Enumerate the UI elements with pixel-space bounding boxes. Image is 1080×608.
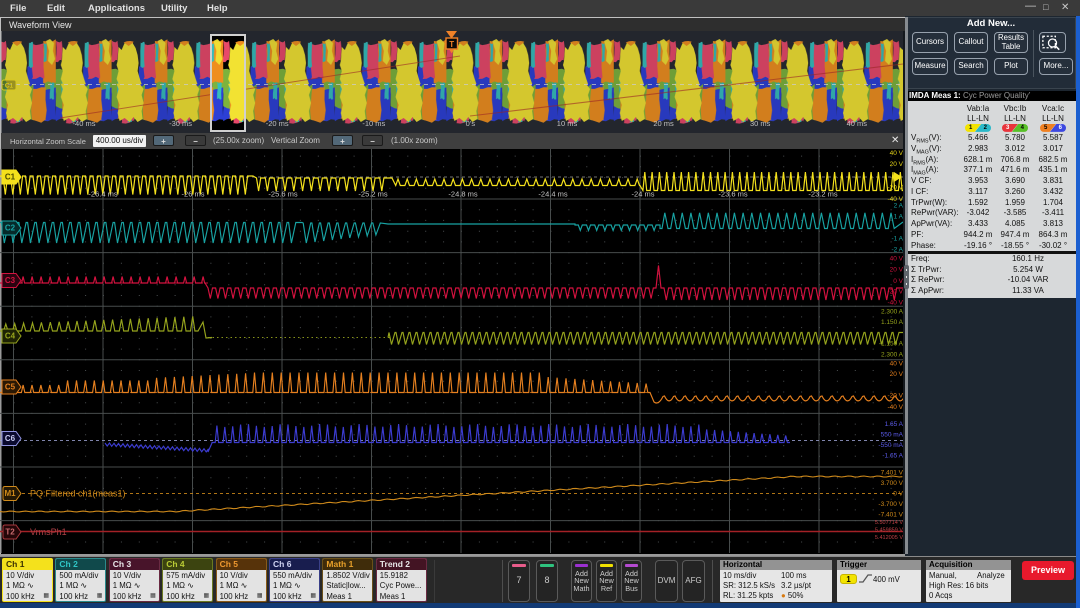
svg-text:-23.6 ms: -23.6 ms [718, 190, 747, 199]
svg-text:5.507714 V: 5.507714 V [875, 520, 903, 526]
svg-text:C6: C6 [5, 434, 16, 443]
svg-text:20 ms: 20 ms [653, 119, 674, 128]
svg-text:20 V: 20 V [890, 161, 903, 168]
svg-text:-7.401 V: -7.401 V [878, 512, 903, 519]
svg-text:40 ms: 40 ms [847, 119, 868, 128]
svg-text:-25.6 ms: -25.6 ms [268, 190, 297, 199]
svg-text:C3: C3 [5, 276, 16, 285]
svg-text:-40 V: -40 V [887, 404, 903, 411]
svg-text:1.150 A: 1.150 A [881, 319, 903, 326]
svg-text:5.459859 V: 5.459859 V [875, 528, 903, 534]
svg-text:1.65 A: 1.65 A [885, 421, 903, 428]
svg-text:40 V: 40 V [890, 361, 903, 368]
svg-text:-2 A: -2 A [891, 247, 903, 254]
svg-text:C4: C4 [5, 332, 16, 341]
svg-text:0 V: 0 V [893, 278, 903, 285]
svg-text:PQ:Filtered ch1(meas1): PQ:Filtered ch1(meas1) [30, 489, 126, 499]
svg-text:2.300 A: 2.300 A [881, 309, 903, 316]
svg-text:-20 V: -20 V [887, 393, 903, 400]
svg-text:-25.2 ms: -25.2 ms [358, 190, 387, 199]
svg-text:-24 ms: -24 ms [632, 190, 655, 199]
svg-text:-26.4 ms: -26.4 ms [88, 190, 117, 199]
svg-text:-40 ms: -40 ms [73, 119, 96, 128]
svg-text:30 ms: 30 ms [750, 119, 771, 128]
svg-text:550 mA: 550 mA [881, 432, 903, 439]
svg-text:1 A: 1 A [894, 214, 903, 221]
svg-text:C2: C2 [5, 224, 16, 233]
svg-text:-20 V: -20 V [887, 289, 903, 296]
svg-text:-10 ms: -10 ms [362, 119, 385, 128]
svg-text:10 ms: 10 ms [557, 119, 578, 128]
svg-text:C1: C1 [5, 173, 16, 182]
svg-text:40 V: 40 V [890, 150, 903, 157]
svg-text:M1: M1 [4, 489, 16, 498]
svg-text:-550 mA: -550 mA [878, 442, 903, 449]
svg-text:C5: C5 [5, 383, 16, 392]
svg-text:-24.4 ms: -24.4 ms [538, 190, 567, 199]
svg-text:20 V: 20 V [890, 371, 903, 378]
svg-text:-1.65 A: -1.65 A [882, 453, 903, 460]
svg-text:2.300 A: 2.300 A [881, 352, 903, 359]
svg-text:2 A: 2 A [894, 203, 903, 210]
svg-text:C1: C1 [5, 83, 14, 90]
svg-text:-24.8 ms: -24.8 ms [448, 190, 477, 199]
svg-text:-20 V: -20 V [887, 185, 903, 192]
svg-text:T2: T2 [5, 528, 15, 537]
svg-text:T: T [449, 40, 454, 49]
svg-text:-30 ms: -30 ms [169, 119, 192, 128]
svg-text:0 V: 0 V [893, 491, 903, 498]
svg-text:-40 V: -40 V [887, 300, 903, 307]
svg-text:-26 ms: -26 ms [182, 190, 205, 199]
svg-text:0’s: 0’s [466, 119, 476, 128]
svg-text:20 V: 20 V [890, 267, 903, 274]
svg-text:-1.150 A: -1.150 A [879, 341, 903, 348]
svg-text:3.700 V: 3.700 V [881, 480, 903, 487]
svg-text:7.401 V: 7.401 V [881, 470, 903, 477]
svg-text:-3.700 V: -3.700 V [878, 501, 903, 508]
svg-text:5.412005 V: 5.412005 V [875, 535, 903, 541]
svg-text:-23.2 ms: -23.2 ms [808, 190, 837, 199]
svg-text:-1 A: -1 A [891, 236, 903, 243]
svg-text:-20 ms: -20 ms [266, 119, 289, 128]
svg-text:VrmsPh1: VrmsPh1 [30, 527, 67, 537]
svg-text:40 V: 40 V [890, 256, 903, 263]
